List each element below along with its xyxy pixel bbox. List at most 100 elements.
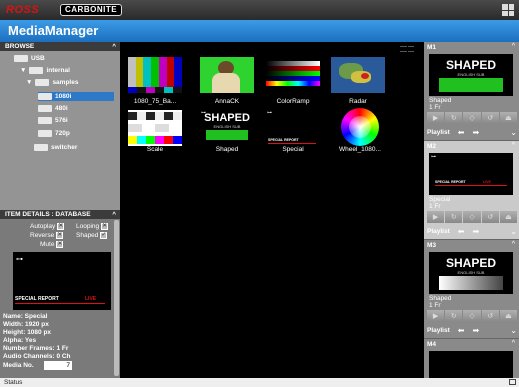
collapse-caret-icon[interactable]: ^ [512,340,515,347]
play-icon[interactable]: ▶ [427,211,445,223]
details-scrollbar[interactable] [114,220,119,376]
player-name: M4 [427,341,437,348]
shaped-graphic-title: SHAPED [204,112,250,124]
shaped-option[interactable]: Shaped ✓ [76,232,108,239]
reverse-option[interactable]: Reverse ✕ [30,232,64,239]
autoplay-checkbox[interactable]: ✕ [57,223,65,230]
playlist-row: Playlist ⬅ ➡ ⌄ [427,226,517,236]
playlist-label: Playlist [427,326,450,334]
chevron-down-icon[interactable]: ⌄ [510,227,517,236]
thumb-scale[interactable] [128,110,182,146]
tree-item-switcher[interactable]: switcher [34,143,77,152]
folder-icon [29,67,44,74]
tree-label: 480i [55,105,68,112]
autoplay-option[interactable]: Autoplay ✕ [30,223,65,230]
view-toggle-icon[interactable] [400,46,414,52]
media-no-input[interactable]: 7 [44,361,72,370]
eject-icon[interactable]: ⏏ [499,112,518,124]
collapse-caret-icon[interactable]: ^ [112,42,116,51]
arrow-right-icon[interactable]: ➡ [472,227,479,236]
tree-item-720p[interactable]: 720p [38,129,70,138]
player-name: M3 [427,242,437,249]
arrow-right-icon[interactable]: ➡ [472,128,479,137]
shaped-label: Shaped [76,232,99,239]
collapse-caret-icon[interactable]: ^ [512,241,515,248]
looping-option[interactable]: Looping ✕ [76,223,109,230]
reverse-label: Reverse [30,232,55,239]
rewind-icon[interactable]: ↺ [481,211,499,223]
arrow-left-icon[interactable]: ⬅ [458,128,465,137]
player-m2[interactable]: M2 ^ ⊶ SPECIAL REPORT LIVE Special 1 Fr … [424,141,519,239]
thumb-bars[interactable] [128,57,183,93]
tree-item-usb[interactable]: USB [14,54,45,63]
special-graphic-title: SPECIAL REPORT [268,138,299,142]
player-name: M1 [427,44,437,51]
reverse-icon[interactable]: ◇ [463,211,481,223]
thumb-special[interactable]: ⊶ SPECIAL REPORT [266,110,320,146]
rewind-icon[interactable]: ↺ [481,310,499,322]
tree-label: 576i [55,117,68,124]
rewind-icon[interactable]: ↺ [481,112,499,124]
usb-icon [14,55,28,62]
player-graphic-title: SHAPED [445,256,496,270]
shaped-checkbox[interactable]: ✓ [100,232,108,239]
window-icon[interactable] [509,379,516,385]
play-icon[interactable]: ▶ [427,310,445,322]
chevron-down-icon[interactable]: ⌄ [510,128,517,137]
preview-live-text: LIVE [85,296,97,302]
loop-icon[interactable]: ↻ [445,112,463,124]
eject-icon[interactable]: ⏏ [499,310,518,322]
tree-item-samples[interactable]: ▼ samples [26,78,78,87]
tree-item-internal[interactable]: ▼ internal [20,66,70,75]
meta-frames: Number Frames: 1 Fr [3,345,69,352]
thumb-wheel[interactable] [341,108,379,146]
browse-panel: BROWSE ^ USB ▼ internal ▼ samples 1080i … [0,42,120,210]
arrow-left-icon[interactable]: ⬅ [458,326,465,335]
mute-checkbox[interactable]: ✕ [56,241,64,248]
folder-icon [34,144,48,151]
playlist-label: Playlist [427,227,450,235]
carbonite-logo: CARBONITE [60,4,123,16]
collapse-caret-icon[interactable]: ^ [512,43,515,50]
player-m3[interactable]: M3 ^ SHAPED ENGLISH SUB Shaped 1 Fr ▶ ↻ … [424,240,519,338]
looping-checkbox[interactable]: ✕ [101,223,109,230]
browse-header: BROWSE ^ [0,42,120,51]
status-bar: Status [0,378,519,387]
eject-icon[interactable]: ⏏ [499,211,518,223]
thumb-label: Shaped [215,146,239,153]
reverse-checkbox[interactable]: ✕ [56,232,64,239]
player-graphic-sub: LIVE [483,180,491,184]
folder-icon [38,117,52,124]
loop-icon[interactable]: ↻ [445,310,463,322]
collapse-caret-icon[interactable]: ^ [512,142,515,149]
media-players: M1 ^ SHAPED ENGLISH SUB Shaped 1 Fr ▶ ↻ … [424,42,519,378]
arrow-right-icon[interactable]: ➡ [472,326,479,335]
meta-height: Height: 1080 px [3,329,52,336]
reverse-icon[interactable]: ◇ [463,310,481,322]
thumb-radar[interactable] [331,57,385,93]
player-m4[interactable]: M4 ^ [424,339,519,378]
transport-controls: ▶ ↻ ◇ ↺ ⏏ [427,112,518,124]
collapse-caret-icon[interactable]: ^ [112,210,116,219]
ross-logo: ROSS [6,4,40,16]
thumb-annack[interactable] [200,57,254,93]
thumb-shaped[interactable]: ⊶ SHAPED ENGLISH SUB [200,110,254,146]
grid-menu-icon[interactable] [502,4,514,16]
chevron-down-icon[interactable]: ⌄ [510,326,517,335]
thumb-label: Radar [349,98,367,105]
player-status-name: Shaped [429,295,452,302]
play-icon[interactable]: ▶ [427,112,445,124]
player-graphic-title: SPECIAL REPORT [435,180,466,184]
mute-option[interactable]: Mute ✕ [40,241,64,248]
thumb-colorramp[interactable] [266,57,320,93]
tree-item-480i[interactable]: 480i [38,104,68,113]
arrow-left-icon[interactable]: ⬅ [458,227,465,236]
tree-item-1080i[interactable]: 1080i [38,92,114,101]
loop-icon[interactable]: ↻ [445,211,463,223]
media-no-label: Media No. [3,362,34,369]
reverse-icon[interactable]: ◇ [463,112,481,124]
player-status-frames: 1 Fr [429,203,441,210]
tree-item-576i[interactable]: 576i [38,116,68,125]
thumb-label: Wheel_1080... [339,146,381,153]
player-m1[interactable]: M1 ^ SHAPED ENGLISH SUB Shaped 1 Fr ▶ ↻ … [424,42,519,140]
